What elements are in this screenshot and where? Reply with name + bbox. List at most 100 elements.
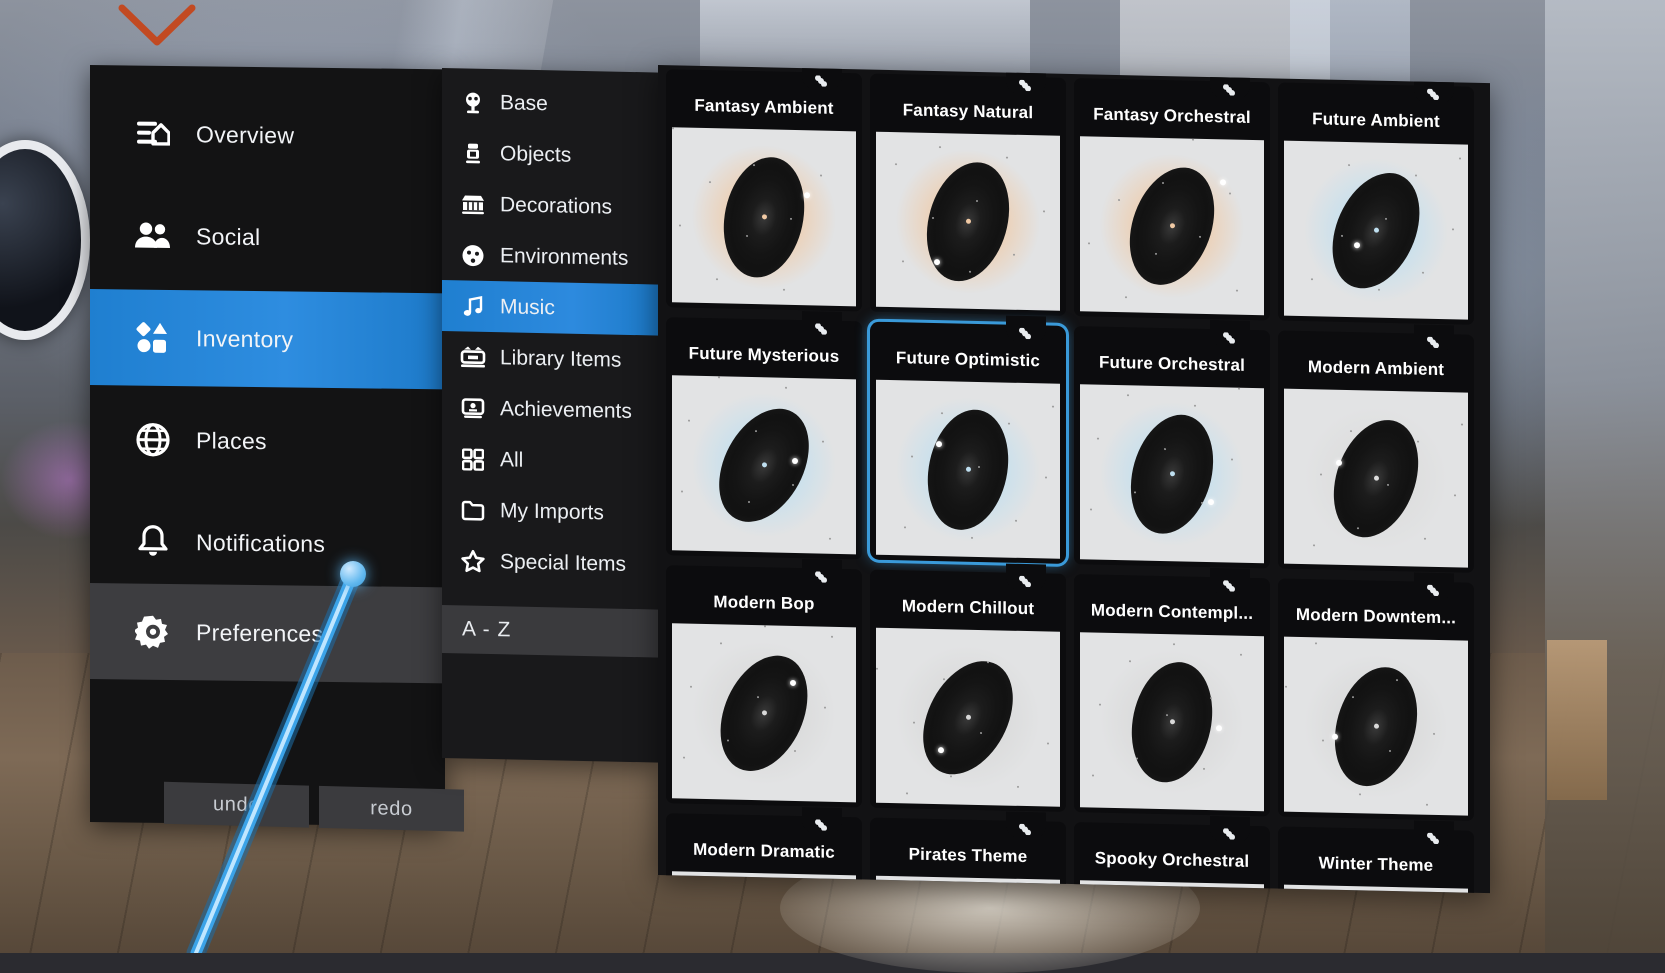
environments-icon bbox=[460, 242, 486, 269]
category-item-library-items[interactable]: Library Items bbox=[442, 331, 660, 387]
music-item-card[interactable]: Winter Theme bbox=[1278, 827, 1474, 894]
inventory-icon bbox=[132, 317, 174, 360]
shelf bbox=[1547, 640, 1607, 800]
category-item-objects[interactable]: Objects bbox=[442, 127, 660, 183]
music-item-artwork bbox=[1080, 384, 1264, 563]
music-item-title: Fantasy Ambient bbox=[666, 95, 862, 119]
music-item-card[interactable]: Modern Ambient bbox=[1278, 331, 1474, 573]
loop-infinity-icon bbox=[802, 65, 842, 90]
music-item-card[interactable]: Future Ambient bbox=[1278, 83, 1474, 325]
loop-infinity-icon bbox=[1210, 72, 1250, 99]
category-item-label: Decorations bbox=[500, 193, 612, 219]
music-item-title: Winter Theme bbox=[1278, 853, 1474, 877]
item-grid: Fantasy Ambient Fantasy Natural Fantasy Or… bbox=[666, 69, 1478, 893]
category-item-decorations[interactable]: Decorations bbox=[442, 178, 660, 234]
category-item-label: Objects bbox=[500, 142, 571, 167]
sidebar-item-social[interactable]: Social bbox=[90, 187, 445, 287]
loop-infinity-icon bbox=[1210, 320, 1250, 347]
music-item-title: Future Mysterious bbox=[666, 343, 862, 367]
loop-infinity-icon bbox=[1006, 812, 1046, 839]
category-item-my-imports[interactable]: My Imports bbox=[442, 484, 660, 540]
music-item-artwork bbox=[672, 623, 856, 802]
music-item-artwork bbox=[1284, 389, 1468, 568]
achievements-icon bbox=[460, 395, 486, 422]
music-item-card[interactable]: Fantasy Ambient bbox=[666, 69, 862, 311]
music-item-card[interactable]: Future Mysterious bbox=[666, 317, 862, 559]
sidebar-item-label: Notifications bbox=[196, 529, 325, 558]
category-item-label: Library Items bbox=[500, 346, 621, 373]
music-item-title: Pirates Theme bbox=[870, 844, 1066, 868]
category-item-special-items[interactable]: Special Items bbox=[442, 535, 660, 591]
loop-infinity-icon bbox=[1006, 68, 1046, 95]
music-item-artwork bbox=[1080, 136, 1264, 315]
category-item-music[interactable]: Music bbox=[442, 280, 660, 336]
loop-infinity-icon bbox=[1210, 568, 1250, 595]
music-item-title: Future Optimistic bbox=[870, 348, 1066, 372]
music-item-card[interactable]: Modern Chillout bbox=[870, 570, 1066, 812]
item-grid-panel[interactable]: Fantasy Ambient Fantasy Natural Fantasy Or… bbox=[658, 65, 1490, 893]
loop-infinity-icon bbox=[1006, 316, 1046, 343]
globe-icon bbox=[132, 419, 174, 462]
music-item-artwork bbox=[1284, 637, 1468, 816]
social-icon bbox=[132, 215, 174, 258]
right-wall bbox=[1545, 0, 1665, 953]
category-item-label: My Imports bbox=[500, 499, 604, 525]
music-item-title: Modern Downtem... bbox=[1278, 605, 1474, 629]
category-item-base[interactable]: Base bbox=[442, 76, 660, 132]
music-item-card[interactable]: Modern Contempl... bbox=[1074, 574, 1270, 816]
category-item-environments[interactable]: Environments bbox=[442, 229, 660, 285]
music-item-artwork bbox=[876, 628, 1060, 807]
redo-button[interactable]: redo bbox=[319, 786, 464, 832]
music-item-card[interactable]: Modern Bop bbox=[666, 565, 862, 807]
music-item-title: Modern Bop bbox=[666, 591, 862, 615]
music-item-artwork bbox=[876, 380, 1060, 559]
loop-infinity-icon bbox=[1414, 76, 1454, 103]
category-item-achievements[interactable]: Achievements bbox=[442, 382, 660, 438]
bell-icon bbox=[132, 521, 174, 564]
loop-infinity-icon bbox=[802, 311, 842, 338]
music-item-title: Spooky Orchestral bbox=[1074, 848, 1270, 872]
category-item-label: Music bbox=[500, 295, 555, 320]
music-item-title: Modern Contempl... bbox=[1074, 600, 1270, 624]
overview-icon bbox=[132, 113, 174, 156]
sort-order-button[interactable]: A - Z bbox=[442, 605, 660, 658]
category-item-label: All bbox=[500, 448, 523, 472]
category-item-label: Base bbox=[500, 91, 548, 116]
music-item-title: Modern Chillout bbox=[870, 596, 1066, 620]
music-item-card[interactable]: Fantasy Natural bbox=[870, 74, 1066, 316]
music-item-card[interactable]: Future Orchestral bbox=[1074, 326, 1270, 568]
loop-infinity-icon bbox=[1414, 572, 1454, 599]
sidebar-item-preferences[interactable]: Preferences bbox=[90, 583, 445, 683]
category-item-label: Environments bbox=[500, 244, 628, 271]
sidebar-item-label: Social bbox=[196, 223, 260, 251]
category-item-all[interactable]: All bbox=[442, 433, 660, 489]
loop-infinity-icon bbox=[802, 559, 842, 586]
sidebar-item-label: Overview bbox=[196, 121, 294, 149]
music-item-card[interactable]: Modern Downtem... bbox=[1278, 579, 1474, 821]
music-item-card[interactable]: Spooky Orchestral bbox=[1074, 822, 1270, 893]
music-item-artwork bbox=[1284, 141, 1468, 320]
undo-button[interactable]: undo bbox=[164, 782, 309, 828]
chevron-down-icon[interactable] bbox=[118, 2, 196, 48]
library-icon bbox=[460, 344, 486, 371]
sidebar-item-notifications[interactable]: Notifications bbox=[90, 493, 445, 593]
loop-infinity-icon bbox=[1414, 820, 1454, 847]
music-item-card[interactable]: Fantasy Orchestral bbox=[1074, 78, 1270, 320]
sidebar: Overview Social bbox=[90, 65, 445, 826]
sidebar-item-label: Places bbox=[196, 427, 267, 455]
music-item-artwork bbox=[876, 132, 1060, 311]
music-item-artwork bbox=[1080, 632, 1264, 811]
sidebar-item-label: Preferences bbox=[196, 619, 323, 648]
music-item-title: Fantasy Natural bbox=[870, 100, 1066, 124]
sidebar-item-places[interactable]: Places bbox=[90, 391, 445, 491]
sidebar-item-inventory[interactable]: Inventory bbox=[90, 289, 445, 389]
music-item-title: Modern Dramatic bbox=[666, 839, 862, 863]
category-item-label: Achievements bbox=[500, 397, 632, 424]
music-item-card[interactable]: Future Optimistic bbox=[870, 322, 1066, 564]
undo-redo-bar: undo redo bbox=[164, 782, 464, 832]
music-item-title: Future Ambient bbox=[1278, 109, 1474, 133]
sidebar-item-label: Inventory bbox=[196, 325, 293, 353]
round-window bbox=[0, 140, 90, 340]
base-icon bbox=[460, 89, 486, 116]
sidebar-item-overview[interactable]: Overview bbox=[90, 85, 445, 185]
